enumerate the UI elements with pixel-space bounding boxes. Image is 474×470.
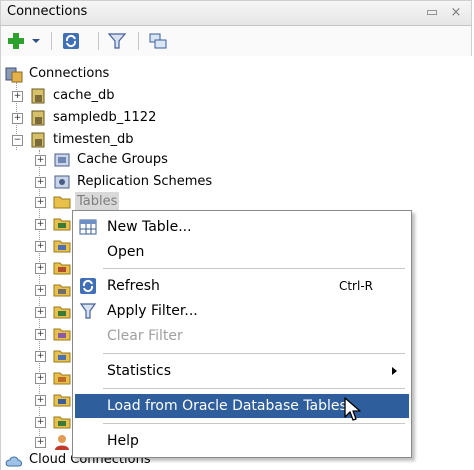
collapse-icon[interactable]: −: [12, 135, 23, 146]
tree-item-tables[interactable]: + Tables: [33, 192, 253, 212]
menu-separator: [103, 268, 405, 269]
expand-icon[interactable]: +: [35, 241, 46, 252]
tree-label: Replication Schemes: [77, 174, 213, 189]
submenu-arrow-icon: [392, 367, 397, 375]
tree-item-connection[interactable]: + cache_db: [9, 86, 209, 106]
folder-icon: [53, 240, 71, 253]
panel-title: Connections: [7, 4, 88, 19]
menu-item-label: New Table...: [107, 219, 192, 235]
expand-icon[interactable]: +: [12, 91, 23, 102]
tree-item[interactable]: +: [33, 236, 73, 256]
tree-item[interactable]: +: [33, 346, 73, 366]
toolbar-separator: [138, 32, 139, 50]
cache-groups-icon: [54, 153, 70, 167]
folder-icon: [53, 350, 71, 363]
add-connection-icon[interactable]: [5, 31, 27, 51]
menu-item-statistics[interactable]: Statistics: [73, 359, 411, 383]
user-icon: [55, 435, 69, 450]
expand-icon[interactable]: +: [35, 155, 46, 166]
expand-icon[interactable]: +: [35, 373, 46, 384]
folder-icon: [53, 394, 71, 407]
chevron-down-icon[interactable]: [29, 31, 43, 51]
menu-item-label: Open: [107, 244, 145, 260]
tree-item-replication-schemes[interactable]: + Replication Schemes: [33, 172, 273, 192]
menu-item-open[interactable]: Open: [73, 240, 411, 264]
tree-item[interactable]: +: [33, 324, 73, 344]
tree-label: Tables: [75, 192, 120, 212]
menu-item-label: Refresh: [107, 278, 160, 294]
tree-label: timesten_db: [53, 132, 134, 147]
connections-panel-titlebar: Connections ▭ ×: [0, 0, 472, 26]
expand-icon[interactable]: +: [35, 263, 46, 274]
minimize-icon[interactable]: ▭: [423, 4, 441, 22]
toolbar-separator: [98, 32, 99, 50]
tree-label: sampledb_1122: [53, 110, 157, 125]
tree-item[interactable]: +: [33, 258, 73, 278]
folder-icon: [53, 218, 71, 231]
tree-item-connection[interactable]: + sampledb_1122: [9, 108, 229, 128]
filter-icon: [79, 303, 97, 319]
cloud-icon: [5, 456, 22, 467]
expand-icon[interactable]: +: [35, 219, 46, 230]
mouse-cursor-icon: [344, 397, 361, 421]
toolbar-separator: [51, 32, 52, 50]
folder-icon: [53, 196, 71, 209]
refresh-icon: [80, 278, 96, 294]
expand-icon[interactable]: +: [35, 307, 46, 318]
tree-label: Cache Groups: [77, 152, 168, 167]
expand-icon[interactable]: +: [12, 113, 23, 124]
connections-icon: [5, 67, 23, 83]
folder-icon: [53, 372, 71, 385]
tree-label: cache_db: [53, 88, 115, 103]
tree-item[interactable]: +: [33, 390, 73, 410]
close-icon[interactable]: ×: [447, 4, 465, 22]
expand-icon[interactable]: +: [35, 177, 46, 188]
menu-item-label: Load from Oracle Database Tables: [107, 398, 347, 414]
menu-item-apply-filter[interactable]: Apply Filter...: [73, 299, 411, 323]
menu-separator: [103, 353, 405, 354]
expand-icon[interactable]: +: [35, 197, 46, 208]
replication-schemes-icon: [54, 175, 70, 189]
menu-item-clear-filter: Clear Filter: [73, 324, 411, 348]
menu-separator: [103, 423, 405, 424]
menu-item-label: Apply Filter...: [107, 303, 198, 319]
menu-item-label: Help: [107, 433, 139, 449]
tree-item[interactable]: +: [33, 302, 73, 322]
menu-item-help[interactable]: Help: [73, 429, 411, 453]
tree-root-connections[interactable]: Connections: [5, 64, 205, 84]
tree-item-cache-groups[interactable]: + Cache Groups: [33, 150, 253, 170]
folder-icon: [53, 262, 71, 275]
expand-icon[interactable]: +: [35, 285, 46, 296]
tree-item[interactable]: +: [33, 214, 73, 234]
tree-item[interactable]: +: [33, 432, 73, 452]
tree-label: Connections: [29, 66, 110, 81]
tree-item-connection[interactable]: − timesten_db: [9, 130, 229, 150]
expand-icon[interactable]: +: [35, 329, 46, 340]
database-connection-icon: [31, 88, 45, 104]
expand-icon[interactable]: +: [35, 437, 46, 448]
database-connection-icon: [31, 110, 45, 126]
folder-icon: [53, 284, 71, 297]
schema-browser-icon[interactable]: [147, 31, 169, 51]
folder-icon: [53, 306, 71, 319]
refresh-icon[interactable]: [61, 31, 83, 51]
expand-icon[interactable]: +: [35, 395, 46, 406]
menu-item-label: Statistics: [107, 363, 171, 379]
menu-separator: [103, 388, 405, 389]
expand-icon[interactable]: +: [35, 351, 46, 362]
folder-icon: [53, 416, 71, 429]
database-connection-icon: [31, 132, 45, 148]
expand-icon[interactable]: +: [35, 417, 46, 428]
tree-item[interactable]: +: [33, 280, 73, 300]
folder-icon: [53, 328, 71, 341]
connections-toolbar: [0, 26, 472, 56]
tree-item[interactable]: +: [33, 368, 73, 388]
menu-item-label: Clear Filter: [107, 328, 183, 344]
menu-item-new-table[interactable]: New Table...: [73, 215, 411, 239]
tree-item[interactable]: +: [33, 412, 73, 432]
menu-item-refresh[interactable]: Refresh Ctrl-R: [73, 274, 411, 298]
menu-item-shortcut: Ctrl-R: [338, 279, 373, 293]
filter-icon[interactable]: [106, 31, 128, 51]
table-icon: [79, 219, 97, 235]
